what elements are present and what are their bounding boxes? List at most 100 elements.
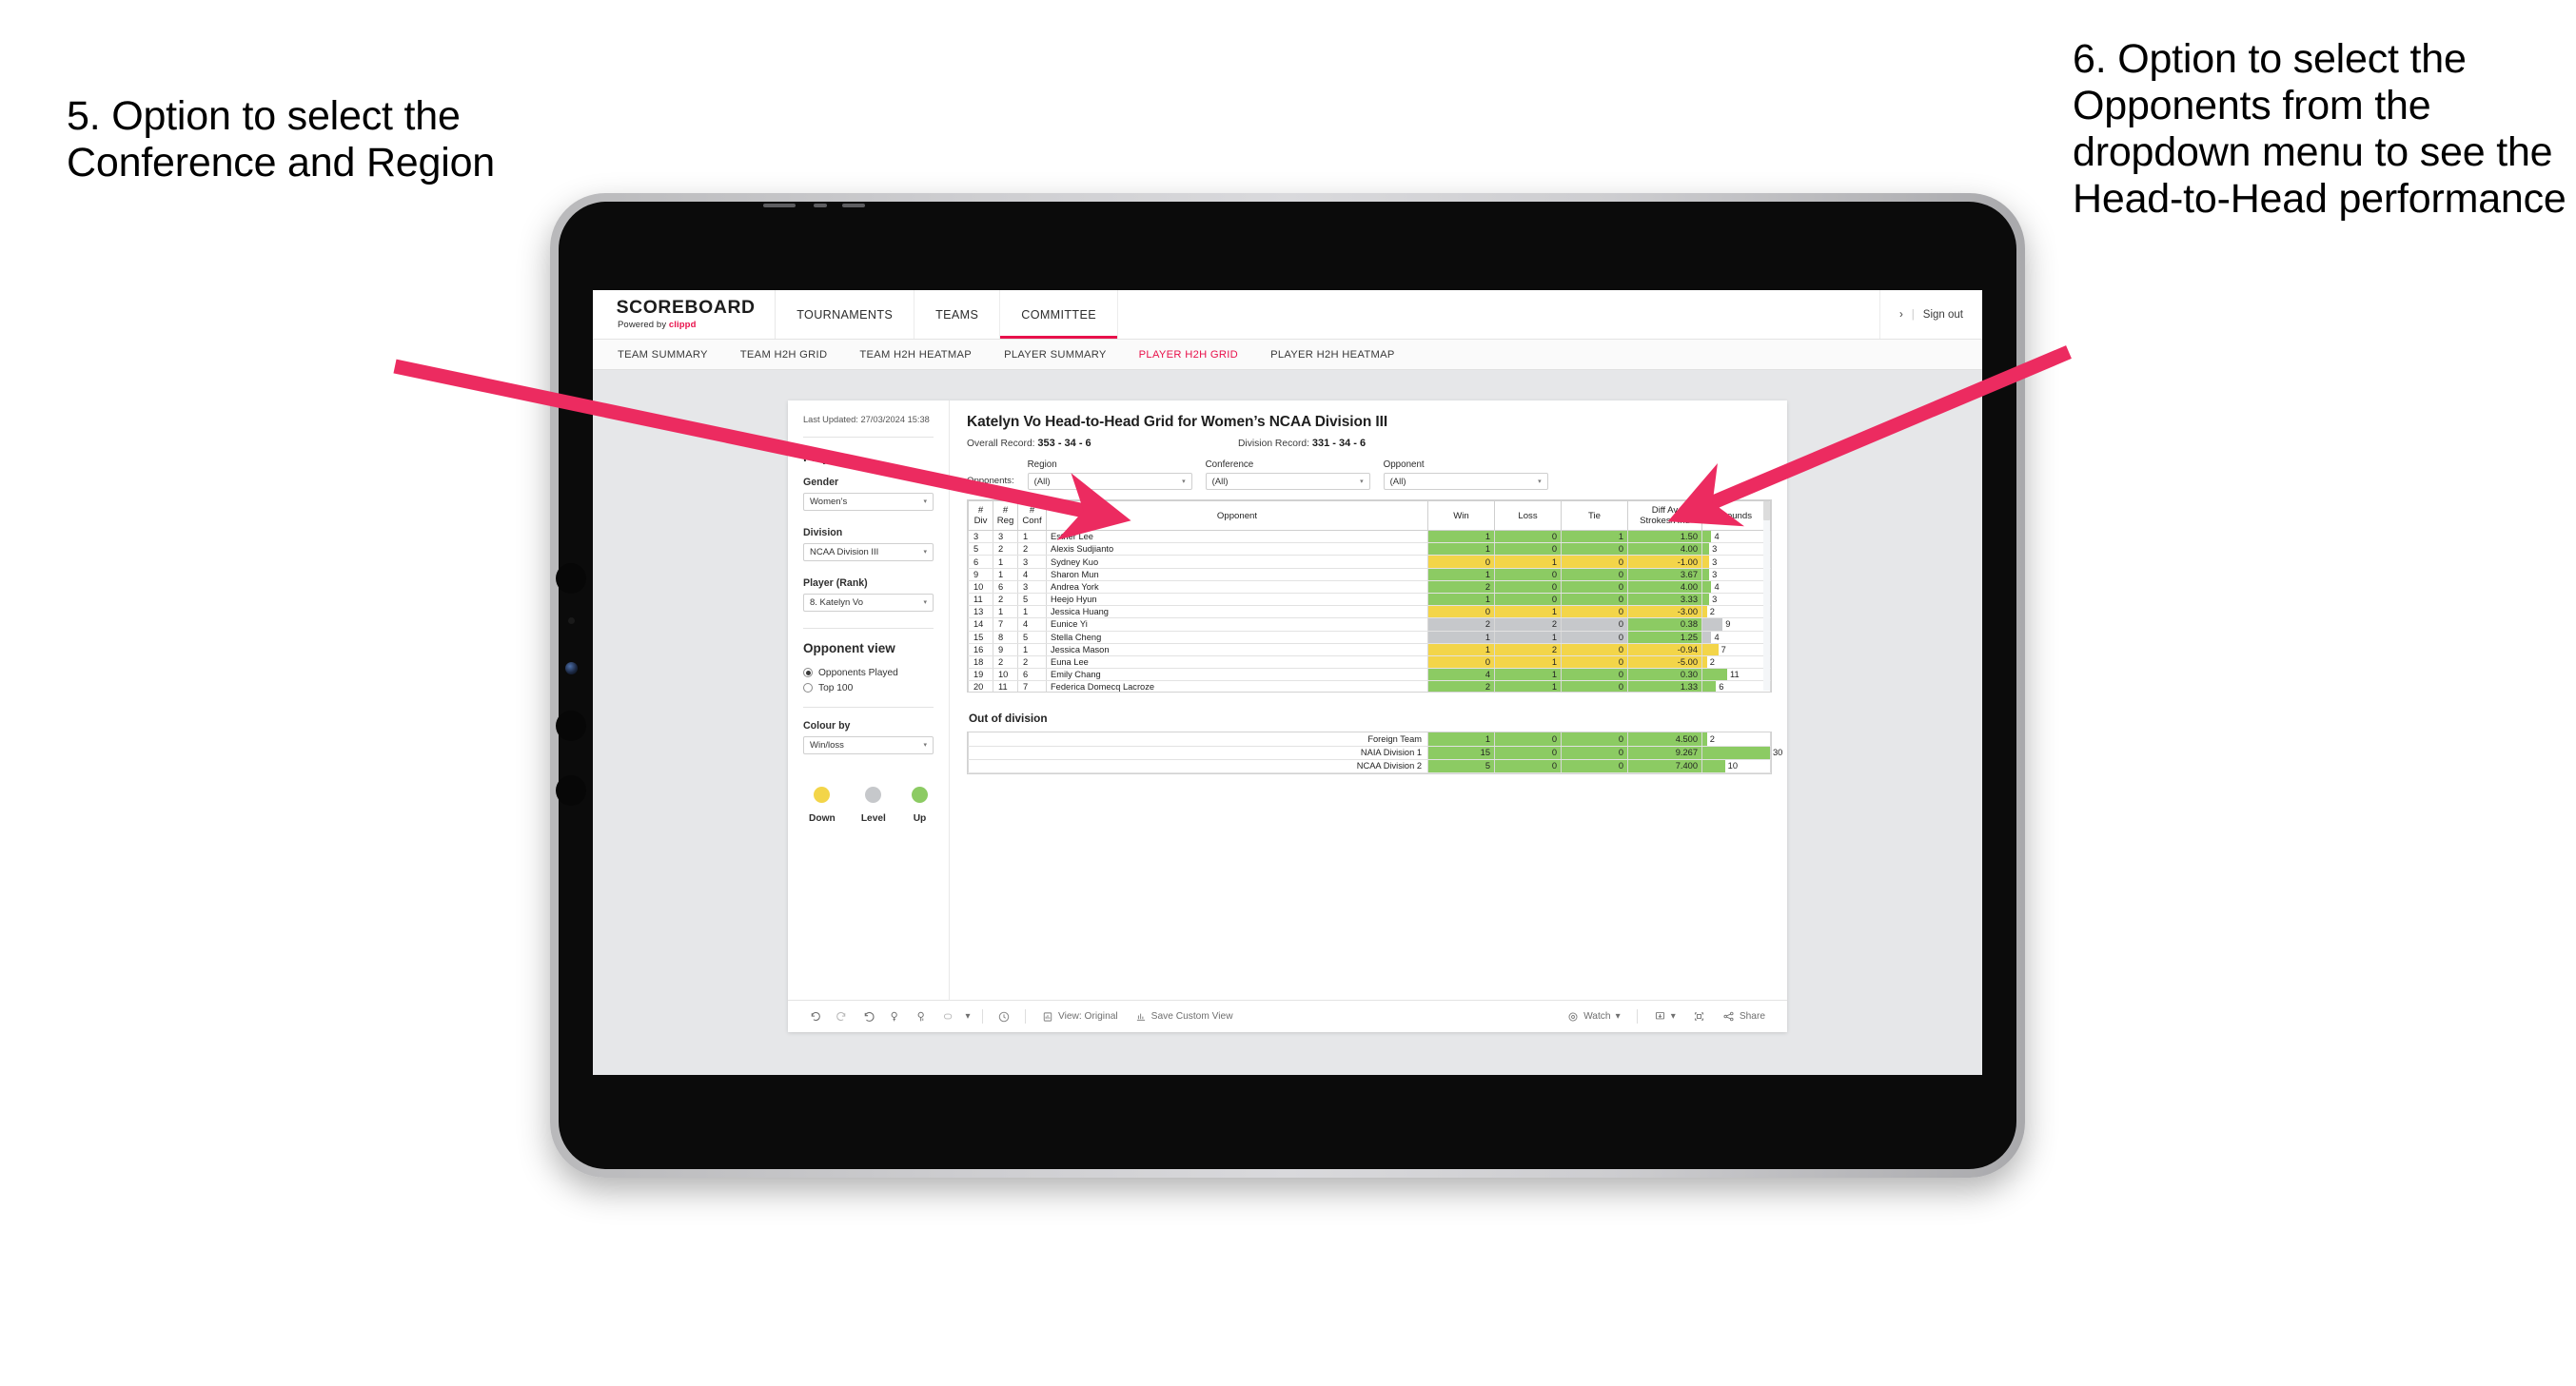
shape-icon[interactable] (934, 1010, 961, 1023)
table-row[interactable]: 6 1 3 Sydney Kuo 0 1 0 -1.00 3 (968, 555, 1771, 569)
shape-caret-icon[interactable]: ▾ (961, 1011, 974, 1022)
opponent-select[interactable]: (All) ▾ (1383, 473, 1548, 490)
tablet-device-frame: SCOREBOARD Powered by clippd TOURNAMENTS… (550, 193, 2025, 1178)
radio-opponents-played[interactable]: Opponents Played (803, 668, 934, 678)
watch-button[interactable]: Watch ▾ (1559, 1011, 1629, 1023)
table-row[interactable]: 19 10 6 Emily Chang 4 1 0 0.30 11 (968, 668, 1771, 682)
filter-panel: Last Updated: 27/03/2024 15:38 Player Ge… (788, 400, 950, 1000)
view-original-button[interactable]: View: Original (1033, 1011, 1127, 1023)
col-diff[interactable]: Diff Av Strokes/Rnd (1627, 500, 1702, 532)
refresh-icon[interactable] (881, 1010, 908, 1023)
cell-tie: 0 (1561, 668, 1628, 682)
topnav-tournaments[interactable]: TOURNAMENTS (776, 290, 915, 339)
gender-value: Women’s (810, 496, 848, 507)
front-camera-icon (565, 662, 578, 674)
power-button[interactable] (556, 775, 586, 806)
volume-down-button[interactable] (556, 711, 586, 741)
sign-out-link[interactable]: Sign out (1923, 309, 1963, 321)
out-of-division-container: Foreign Team 1 0 0 4.500 2 NAIA Division 1 15 0 0… (967, 732, 1782, 774)
clock-icon[interactable] (991, 1010, 1017, 1024)
table-row[interactable]: NAIA Division 1 15 0 0 9.267 30 (968, 746, 1782, 760)
cell-div: 20 (968, 680, 993, 692)
redo-icon[interactable] (828, 1010, 855, 1023)
save-custom-view-button[interactable]: Save Custom View (1127, 1011, 1242, 1023)
table-row[interactable]: 10 6 3 Andrea York 2 0 0 4.00 4 (968, 580, 1771, 595)
legend-down: Down (809, 786, 836, 824)
subnav-player-h2h-grid[interactable]: PLAYER H2H GRID (1139, 349, 1238, 361)
table-row[interactable]: 20 11 7 Federica Domecq Lacroze 2 1 0 1.33 6 (968, 680, 1771, 692)
colour-by-select[interactable]: Win/loss ▾ (803, 735, 934, 754)
col-tie[interactable]: Tie (1561, 500, 1628, 532)
division-select[interactable]: NCAA Division III ▾ (803, 542, 934, 561)
cell-win: 1 (1427, 530, 1495, 544)
table-row[interactable]: Foreign Team 1 0 0 4.500 2 (968, 732, 1771, 747)
download-button[interactable]: ▾ (1645, 1010, 1684, 1023)
table-row[interactable]: 18 2 2 Euna Lee 0 1 0 -5.00 2 (968, 655, 1771, 670)
grid-scrollbar-track[interactable] (1763, 501, 1770, 691)
subnav-player-summary[interactable]: PLAYER SUMMARY (1004, 349, 1107, 361)
cell-loss: 0 (1494, 593, 1562, 607)
col-div[interactable]: # Div (968, 500, 993, 532)
table-row[interactable]: 13 1 1 Jessica Huang 0 1 0 -3.00 2 (968, 605, 1771, 619)
radio-opponents-played-label: Opponents Played (818, 667, 898, 678)
subnav-team-h2h-heatmap[interactable]: TEAM H2H HEATMAP (859, 349, 972, 361)
col-reg[interactable]: # Reg (993, 500, 1018, 532)
table-row[interactable]: NCAA Division 2 5 0 0 7.400 10 (968, 759, 1771, 773)
revert-icon[interactable] (855, 1010, 881, 1023)
volume-up-button[interactable] (556, 563, 586, 594)
chevron-down-icon: ▾ (923, 599, 927, 607)
table-row[interactable]: 11 2 5 Heejo Hyun 1 0 0 3.33 3 (968, 593, 1771, 607)
division-record-label: Division Record: (1238, 439, 1309, 449)
topnav-committee[interactable]: COMMITTEE (1000, 290, 1118, 339)
col-rounds[interactable]: Rounds (1701, 500, 1771, 532)
pause-icon[interactable] (908, 1010, 934, 1023)
col-opponent[interactable]: Opponent (1046, 500, 1428, 532)
view-original-label: View: Original (1058, 1011, 1118, 1022)
cell-div: 9 (968, 568, 993, 581)
undo-icon[interactable] (801, 1010, 828, 1023)
cell-div: 10 (968, 580, 993, 595)
fullscreen-button[interactable] (1684, 1010, 1714, 1023)
out-of-division-body: Foreign Team 1 0 0 4.500 2 NAIA Division 1 15 0 0… (968, 732, 1782, 773)
table-row[interactable]: 5 2 2 Alexis Sudjianto 1 0 0 4.00 3 (968, 542, 1771, 556)
subnav-team-h2h-grid[interactable]: TEAM H2H GRID (740, 349, 828, 361)
chevron-down-icon: ▾ (1360, 478, 1364, 485)
subnav-team-summary[interactable]: TEAM SUMMARY (618, 349, 708, 361)
division-label: Division (803, 526, 843, 538)
cell-rounds: 3 (1701, 555, 1771, 569)
player-rank-select[interactable]: 8. Katelyn Vo ▾ (803, 593, 934, 612)
conference-select[interactable]: (All) ▾ (1205, 473, 1370, 490)
cell-loss: 1 (1494, 555, 1562, 569)
chevron-down-icon: ▾ (1538, 478, 1542, 485)
table-row[interactable]: 15 8 5 Stella Cheng 1 1 0 1.25 4 (968, 631, 1771, 644)
cell-conf: 3 (1017, 555, 1047, 569)
col-conf-l1: # (1029, 505, 1035, 516)
table-row[interactable]: 14 7 4 Eunice Yi 2 2 0 0.38 9 (968, 617, 1771, 632)
gender-select[interactable]: Women’s ▾ (803, 492, 934, 511)
rounds-bar (1702, 618, 1723, 631)
radio-top-100[interactable]: Top 100 (803, 683, 934, 693)
region-select[interactable]: (All) ▾ (1027, 473, 1192, 490)
col-conf[interactable]: # Conf (1017, 500, 1047, 532)
cell-conf: 4 (1017, 617, 1047, 632)
table-row[interactable]: 16 9 1 Jessica Mason 1 2 0 -0.94 7 (968, 643, 1771, 656)
cell-diff: 4.500 (1627, 732, 1702, 747)
share-button[interactable]: Share (1714, 1010, 1774, 1023)
table-header-row: # Div # Reg # Conf Opponent Win Loss Tie Di… (968, 500, 1771, 532)
toolbar-divider-2 (1025, 1009, 1026, 1024)
h2h-grid-container[interactable]: # Div # Reg # Conf Opponent Win Loss Tie Di… (967, 499, 1772, 693)
table-row[interactable]: 3 3 1 Esther Lee 1 0 1 1.50 4 (968, 530, 1771, 544)
subnav-player-h2h-heatmap[interactable]: PLAYER H2H HEATMAP (1270, 349, 1395, 361)
cell-win: 4 (1427, 668, 1495, 682)
cell-diff: 1.33 (1627, 680, 1702, 692)
grid-scrollbar-thumb[interactable] (1763, 501, 1770, 520)
col-win[interactable]: Win (1427, 500, 1495, 532)
brand-logo[interactable]: SCOREBOARD Powered by clippd (593, 290, 777, 339)
topnav-teams[interactable]: TEAMS (914, 290, 1001, 339)
col-loss[interactable]: Loss (1494, 500, 1562, 532)
rounds-value: 2 (1709, 657, 1715, 668)
table-row[interactable]: 9 1 4 Sharon Mun 1 0 0 3.67 3 (968, 568, 1771, 581)
chevron-right-icon[interactable]: › (1899, 309, 1903, 321)
opponent-filter: Opponent (All) ▾ (1383, 459, 1548, 490)
cell-rounds: 11 (1701, 668, 1771, 682)
